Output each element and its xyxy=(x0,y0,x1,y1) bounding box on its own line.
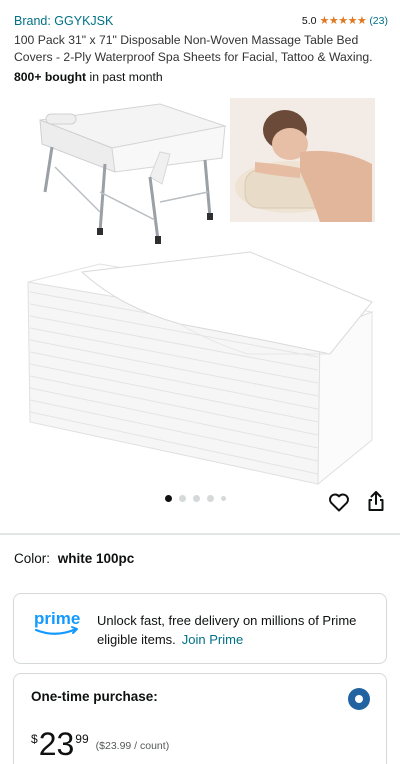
price-whole: 23 xyxy=(38,726,75,762)
unit-price: ($23.99 / count) xyxy=(95,740,170,752)
brand-row: Brand: GGYKJSK 5.0 ★★★★★ (23) xyxy=(14,14,388,30)
share-icon xyxy=(368,491,384,511)
prime-logo-text: prime xyxy=(34,609,80,628)
color-value: white 100pc xyxy=(57,551,135,566)
pagination-dot[interactable] xyxy=(179,495,186,502)
massage-table-illustration xyxy=(39,103,227,244)
prime-promo-card[interactable]: prime Unlock fast, free delivery on mill… xyxy=(13,593,387,664)
brand-link[interactable]: Brand: GGYKJSK xyxy=(14,14,113,28)
price: $ 23 99 ($23.99 / count) xyxy=(31,728,169,760)
join-prime-link[interactable]: Join Prime xyxy=(182,632,243,647)
purchase-option-title: One-time purchase: xyxy=(31,689,158,704)
share-button[interactable] xyxy=(364,489,388,513)
product-image xyxy=(27,98,375,486)
color-selector[interactable]: Color: white 100pc xyxy=(14,551,134,566)
product-image-gallery[interactable] xyxy=(0,92,400,488)
bought-count-suffix: in past month xyxy=(86,70,163,84)
heart-icon xyxy=(329,493,349,512)
rating-score: 5.0 xyxy=(301,14,317,27)
pagination-dot[interactable] xyxy=(207,495,214,502)
rating-count[interactable]: (23) xyxy=(369,15,388,27)
section-divider xyxy=(0,533,400,535)
pagination-dot[interactable] xyxy=(165,495,172,502)
add-to-list-button[interactable] xyxy=(327,490,351,514)
gallery-pagination[interactable] xyxy=(165,495,226,502)
spa-photo xyxy=(230,98,375,222)
pagination-dot[interactable] xyxy=(193,495,200,502)
price-fraction: 99 xyxy=(75,732,89,746)
purchase-option-radio[interactable] xyxy=(348,688,370,710)
bought-count-bold: 800+ bought xyxy=(14,70,87,84)
product-title: 100 Pack 31" x 71" Disposable Non-Woven … xyxy=(14,33,373,64)
star-rating-icon: ★★★★★ xyxy=(319,15,367,27)
one-time-purchase-card[interactable]: One-time purchase: $ 23 99 ($23.99 / cou… xyxy=(13,673,387,764)
color-label: Color: xyxy=(14,551,51,566)
prime-logo-icon: prime xyxy=(34,609,80,635)
rating-summary[interactable]: 5.0 ★★★★★ (23) xyxy=(301,14,388,28)
price-currency: $ xyxy=(31,732,38,746)
bought-count: 800+ bought in past month xyxy=(14,70,163,84)
pagination-dot[interactable] xyxy=(221,496,226,501)
prime-message: Unlock fast, free delivery on millions o… xyxy=(97,611,372,649)
sheet-stack-illustration xyxy=(27,251,374,486)
